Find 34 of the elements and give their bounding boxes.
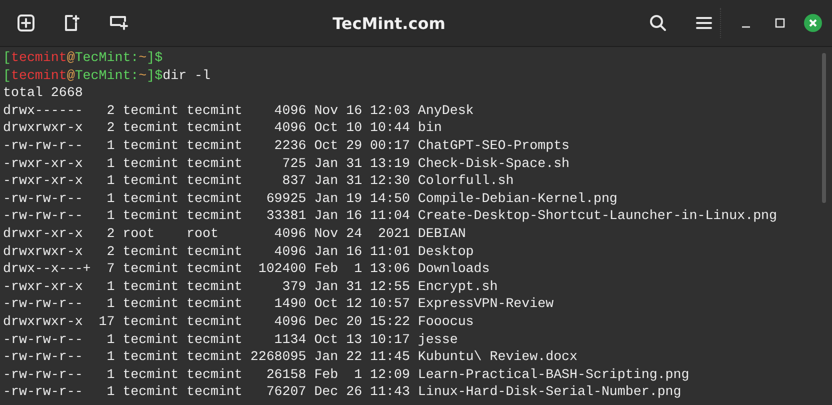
square-plus-icon [17, 14, 35, 32]
document-plus-icon [64, 14, 80, 32]
output-line: drwx------ 2 tecmint tecmint 4096 Nov 16 12:03 AnyDesk [3, 102, 475, 120]
output-line: drwxrwxr-x 17 tecmint tecmint 4096 Dec 20 15:22 Fooocus [3, 312, 475, 330]
output-line: drwx--x---+ 7 tecmint tecmint 102400 Feb 1 13:06 Downloads [3, 260, 491, 278]
scrollbar-thumb[interactable] [822, 53, 826, 203]
output-line: -rw-rw-r-- 1 tecmint tecmint 1490 Oct 12 10:57 ExpressVPN-Review [3, 295, 555, 313]
search-button[interactable] [648, 13, 668, 33]
new-tab-button[interactable] [16, 13, 36, 33]
output-line: -rw-rw-r-- 1 tecmint tecmint 33381 Jan 16 11:04 Create-Desktop-Shortcut-Launcher-in-Linux.png [3, 207, 778, 225]
output-line: drwxrwxr-x 2 tecmint tecmint 4096 Oct 10 10:44 bin [3, 119, 443, 137]
output-line: -rwxr-xr-x 1 tecmint tecmint 379 Jan 31 12:55 Encrypt.sh [3, 278, 499, 296]
menu-icon [696, 16, 712, 30]
new-window-button[interactable] [62, 13, 82, 33]
close-button[interactable] [804, 14, 822, 32]
maximize-icon [775, 18, 785, 28]
search-icon [649, 14, 667, 32]
output-line: drwxr-xr-x 2 root root 4096 Nov 24 2021 DEBIAN [3, 224, 467, 243]
output-line: -rw-rw-r-- 1 tecmint tecmint 2268095 Jan 22 11:45 Kubuntu\ Review.docx [3, 348, 579, 366]
output-line: -rw-rw-r-- 1 tecmint tecmint 26158 Feb 1 12:09 Learn-Practical-BASH-Scripting.png [3, 366, 690, 384]
output-line: -rwxr-xr-x 1 tecmint tecmint 725 Jan 31 13:19 Check-Disk-Space.sh [3, 154, 571, 172]
close-icon [809, 19, 817, 27]
output-line: total 2668 [3, 84, 84, 102]
screen-plus-icon [109, 15, 129, 31]
prompt-line: [tecmint@TecMint:~]$dir -l [3, 66, 212, 84]
output-line: -rw-rw-r-- 1 tecmint tecmint 76207 Dec 26 11:43 Linux-Hard-Disk-Serial-Number.png [3, 383, 682, 401]
output-line: -rwxr-xr-x 1 tecmint tecmint 837 Jan 31 12:30 Colorfull.sh [3, 172, 515, 190]
output-line: -rw-rw-r-- 1 tecmint tecmint 1134 Oct 13 10:17 jesse [3, 330, 459, 348]
output-line: -rw-rw-r-- 1 tecmint tecmint 69925 Jan 19 14:50 Compile-Debian-Kernel.png [3, 190, 618, 208]
minimize-icon [741, 26, 751, 28]
output-line: drwxrwxr-x 2 tecmint tecmint 4096 Jan 16 11:01 Desktop [3, 242, 475, 260]
window-title: TecMint.com [332, 14, 446, 32]
prompt-line: [tecmint@TecMint:~]$ [3, 49, 164, 67]
output-line: -rw-rw-r-- 1 tecmint tecmint 2236 Oct 29 00:17 ChatGPT-SEO-Prompts [3, 136, 571, 155]
